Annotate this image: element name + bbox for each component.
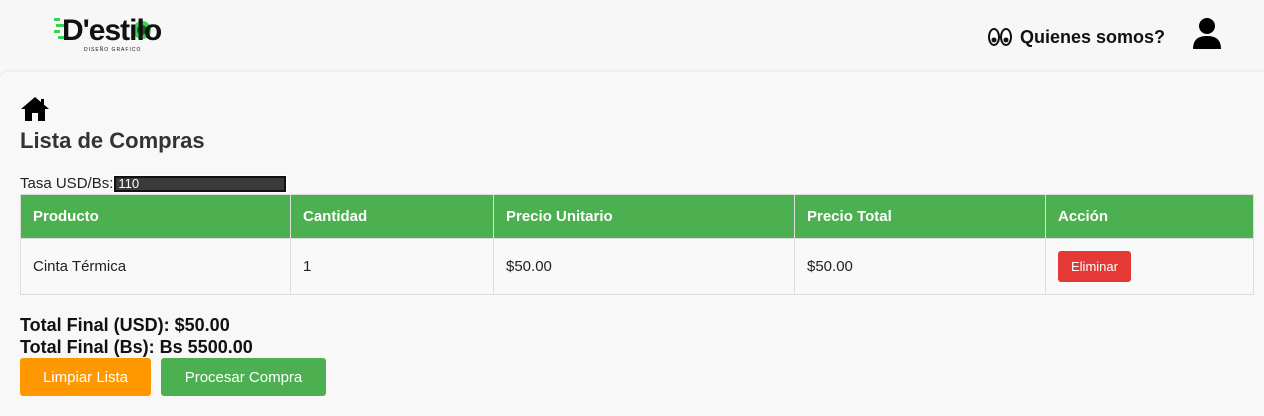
- exchange-rate-input[interactable]: [113, 174, 288, 193]
- header-accion: Acción: [1045, 194, 1254, 239]
- clear-list-button[interactable]: Limpiar Lista: [20, 358, 151, 396]
- header-precio-total: Precio Total: [794, 194, 1046, 239]
- about-label: Quienes somos?: [1020, 26, 1166, 47]
- page-title: Lista de Compras: [20, 128, 205, 153]
- header-cantidad: Cantidad: [290, 194, 494, 239]
- table-row: Cinta Térmica 1 $50.00 $50.00 Eliminar: [20, 238, 1254, 295]
- logo-tagline: DISEÑO GRAFICO: [84, 47, 142, 53]
- main-content: Lista de Compras Tasa USD/Bs: Producto C…: [0, 72, 1264, 416]
- cell-accion: Eliminar: [1045, 238, 1254, 295]
- delete-button[interactable]: Eliminar: [1058, 251, 1131, 282]
- exchange-rate-label: Tasa USD/Bs:: [20, 175, 114, 192]
- eyes-icon: [988, 28, 1012, 46]
- cell-producto: Cinta Térmica: [20, 238, 291, 295]
- cell-precio-total: $50.00: [794, 238, 1046, 295]
- total-bs: Total Final (Bs): Bs 5500.00: [20, 337, 253, 357]
- total-usd: Total Final (USD): $50.00: [20, 315, 230, 335]
- cart-table: Producto Cantidad Precio Unitario Precio…: [20, 194, 1254, 295]
- header-producto: Producto: [20, 194, 291, 239]
- top-bar: D'estilo DISEÑO GRAFICO Quienes somos?: [0, 0, 1264, 72]
- user-icon[interactable]: [1190, 16, 1224, 50]
- logo[interactable]: D'estilo DISEÑO GRAFICO: [54, 12, 162, 54]
- logo-text: D'estilo: [62, 14, 162, 47]
- home-icon[interactable]: [20, 96, 50, 122]
- table-header-row: Producto Cantidad Precio Unitario Precio…: [20, 194, 1254, 239]
- about-link[interactable]: Quienes somos?: [988, 24, 1165, 50]
- cell-cantidad: 1: [290, 238, 494, 295]
- cell-precio-unitario: $50.00: [493, 238, 795, 295]
- exchange-rate-row: Tasa USD/Bs:: [20, 174, 288, 193]
- header-precio-unitario: Precio Unitario: [493, 194, 795, 239]
- process-purchase-button[interactable]: Procesar Compra: [161, 358, 326, 396]
- totals: Total Final (USD): $50.00 Total Final (B…: [20, 314, 253, 358]
